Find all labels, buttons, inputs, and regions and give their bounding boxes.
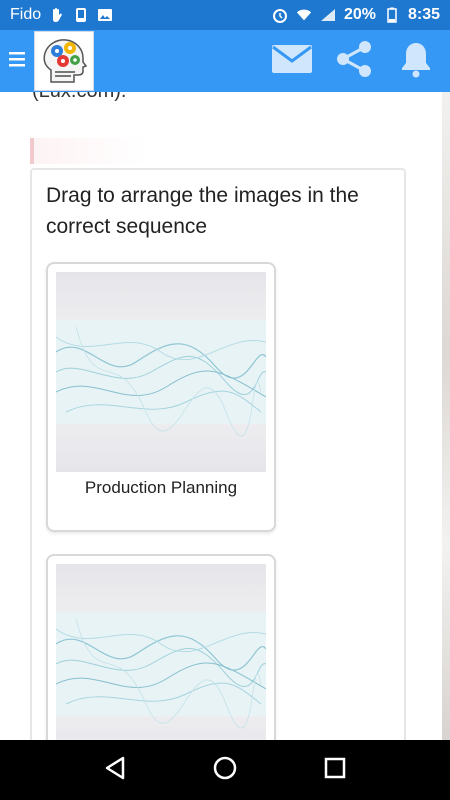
brain-gears-logo[interactable] <box>34 31 94 91</box>
alarm-icon <box>272 7 288 23</box>
notifications-button[interactable] <box>394 39 438 83</box>
signal-icon <box>320 7 336 23</box>
back-icon <box>104 756 126 785</box>
bell-icon <box>399 40 433 83</box>
previous-text: (Lux.com). <box>32 92 126 103</box>
mail-button[interactable] <box>270 39 314 83</box>
drag-sequence-panel: Drag to arrange the images in the correc… <box>30 168 406 740</box>
app-bar <box>0 30 450 92</box>
recents-button[interactable] <box>315 750 355 790</box>
hand-icon <box>49 7 65 23</box>
draggable-card[interactable] <box>46 554 276 740</box>
menu-button[interactable] <box>0 30 34 92</box>
mail-icon <box>271 44 313 79</box>
home-button[interactable] <box>205 750 245 790</box>
system-nav-bar <box>0 740 450 800</box>
instruction-text: Drag to arrange the images in the correc… <box>46 184 359 238</box>
home-icon <box>213 756 237 785</box>
battery-icon <box>384 7 400 23</box>
share-button[interactable] <box>332 39 376 83</box>
phone-icon <box>73 7 89 23</box>
clock-label: 8:35 <box>407 6 440 23</box>
card-caption: Production Planning <box>84 478 238 497</box>
draggable-card[interactable]: Production Planning <box>46 262 276 532</box>
recents-icon <box>324 757 346 784</box>
card-image <box>56 272 266 472</box>
content-area: (Lux.com). Drag to arrange the images in… <box>0 92 442 740</box>
menu-icon <box>8 50 26 73</box>
status-bar: Fido 20% 8:35 <box>0 0 450 30</box>
wifi-icon <box>296 7 312 23</box>
image-icon <box>97 7 113 23</box>
card-image <box>56 564 266 740</box>
carrier-label: Fido <box>10 6 42 23</box>
background-strip <box>442 92 450 740</box>
divider-bar <box>30 138 408 164</box>
share-icon <box>334 39 374 84</box>
back-button[interactable] <box>95 750 135 790</box>
battery-label: 20% <box>343 6 376 23</box>
